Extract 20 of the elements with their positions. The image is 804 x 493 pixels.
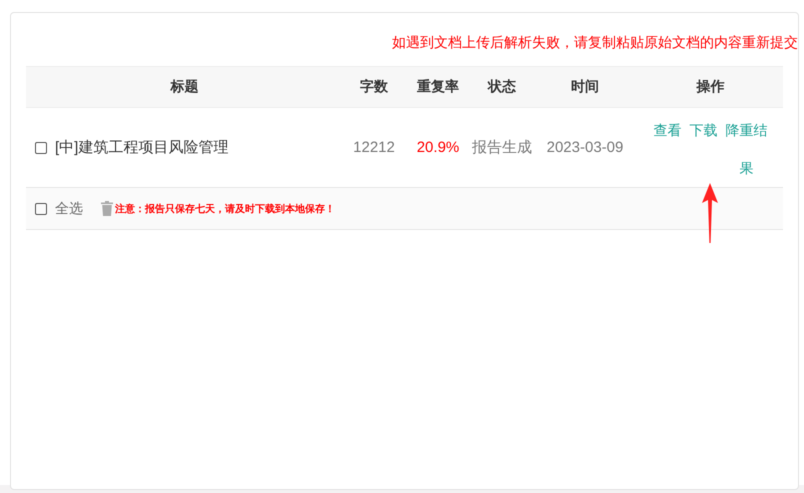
column-header: 标题	[170, 78, 198, 96]
table-cell: [中]建筑工程项目风险管理	[55, 138, 228, 157]
column-header: 重复率	[417, 78, 459, 96]
table-cell: 20.9%	[416, 139, 460, 156]
select-all-label[interactable]: 全选	[55, 200, 83, 218]
table-cell: 2023-03-09	[546, 139, 624, 156]
checkbox[interactable]	[35, 142, 47, 154]
action-link[interactable]: 查看	[654, 110, 682, 148]
warning-text: 注意：报告只保存七天，请及时下载到本地保存！	[115, 202, 335, 216]
action-link[interactable]: 降重结果	[726, 110, 768, 186]
column-header: 状态	[488, 78, 516, 96]
column-header: 操作	[696, 78, 724, 96]
column-header: 字数	[360, 78, 388, 96]
arrow-icon	[701, 183, 719, 243]
notice-text: 如遇到文档上传后解析失败，请复制粘贴原始文档的内容重新提交	[391, 33, 798, 51]
column-header: 时间	[571, 78, 599, 96]
table-cell: 12212	[353, 139, 395, 156]
table-cell: 报告生成	[472, 138, 532, 157]
checkbox[interactable]	[35, 202, 47, 214]
action-link[interactable]: 下载	[690, 110, 718, 148]
